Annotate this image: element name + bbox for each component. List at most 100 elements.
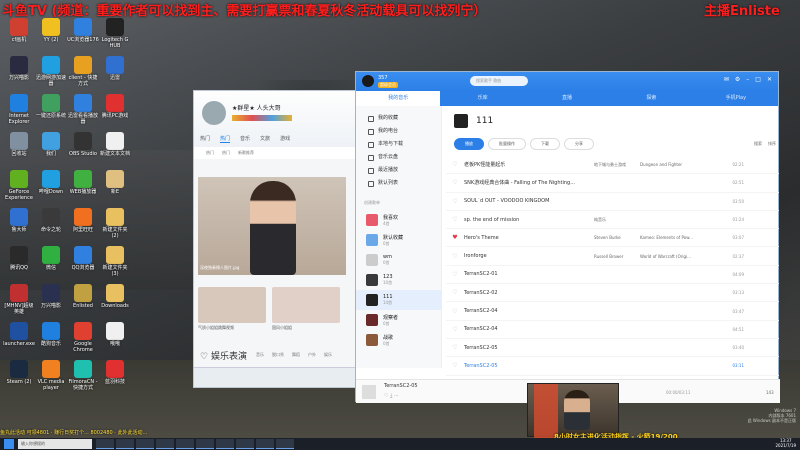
- heart-icon[interactable]: ♡: [446, 216, 464, 223]
- qq-tab[interactable]: 热门: [200, 135, 210, 143]
- song-row[interactable]: ♡ TerranSC2-05 03:11: [446, 357, 779, 376]
- heart-icon[interactable]: ♡: [446, 308, 464, 315]
- desktop-icon[interactable]: UC浏览器176: [67, 18, 99, 43]
- desktop-icon[interactable]: WEB播放器: [67, 170, 99, 195]
- desktop-icon[interactable]: 微信: [35, 246, 67, 271]
- desktop-icon[interactable]: 万兴喵影: [35, 284, 67, 309]
- download-button[interactable]: 下载: [530, 138, 560, 150]
- desktop-icon[interactable]: VLC media player: [35, 360, 67, 391]
- song-row[interactable]: ♡ TerranSC2-04 03:47: [446, 302, 779, 321]
- section-tab[interactable]: 户外: [308, 352, 316, 358]
- desktop-icon[interactable]: 新建文件夹 (3): [99, 246, 131, 277]
- qq-tab[interactable]: 游戏: [280, 135, 290, 143]
- desktop-icon[interactable]: 一键还原系统: [35, 94, 67, 119]
- desktop-icon[interactable]: 鲁大师: [3, 208, 35, 233]
- song-row[interactable]: ♡ sp. the end of mission 纯音乐 01:24: [446, 211, 779, 230]
- desktop-icon[interactable]: launcher.exe: [3, 322, 35, 347]
- close-icon[interactable]: ✕: [767, 76, 772, 83]
- qq-subtab[interactable]: 热门: [222, 150, 230, 156]
- play-all-button[interactable]: 播放: [454, 138, 484, 150]
- heart-icon[interactable]: ♡: [446, 326, 464, 333]
- desktop-icon[interactable]: 哦哦: [99, 322, 131, 347]
- sidebar-playlist[interactable]: 111 14首: [356, 290, 441, 310]
- sidebar-playlist[interactable]: 123 10首: [356, 270, 441, 290]
- tab-mobile[interactable]: 手机Play: [694, 91, 778, 106]
- heart-icon[interactable]: ♥: [446, 234, 464, 241]
- sidebar-item-recent[interactable]: 最近播放: [356, 164, 441, 177]
- heart-icon[interactable]: ♡: [446, 179, 464, 186]
- batch-button[interactable]: 批量操作: [488, 138, 526, 150]
- heart-icon[interactable]: ♡: [446, 362, 464, 369]
- heart-icon[interactable]: ♡: [446, 253, 464, 260]
- sidebar-playlist[interactable]: 观察者 0首: [356, 310, 441, 330]
- taskbar-app[interactable]: [256, 439, 274, 449]
- heart-icon[interactable]: ♡: [446, 289, 464, 296]
- desktop-icon[interactable]: cf画机: [3, 18, 35, 43]
- desktop-icon[interactable]: Logitech G HUB: [99, 18, 131, 49]
- thumbnail[interactable]: [198, 287, 266, 323]
- sidebar-playlist[interactable]: 默认收藏 0首: [356, 230, 441, 250]
- qq-subtab[interactable]: 新歌推荐: [238, 150, 254, 156]
- section-tab[interactable]: 脱口秀: [272, 352, 284, 358]
- taskbar-app[interactable]: [196, 439, 214, 449]
- skin-icon[interactable]: ✉: [724, 76, 729, 83]
- search-input[interactable]: 搜索歌手 歌曲: [470, 76, 528, 86]
- like-icon[interactable]: ♡ ⤓ ⋯: [384, 393, 399, 399]
- desktop-icon[interactable]: 万兴喵影: [3, 56, 35, 81]
- desktop-icon[interactable]: 阿里旺旺: [67, 208, 99, 233]
- desktop-icon[interactable]: 腾讯PC游戏: [99, 94, 131, 119]
- desktop-icon[interactable]: 我们: [35, 132, 67, 157]
- taskbar-app[interactable]: [136, 439, 154, 449]
- song-row[interactable]: ♡ TerranSC2-01 04:09: [446, 266, 779, 285]
- avatar[interactable]: [202, 101, 226, 125]
- desktop-icon[interactable]: Steam (2): [3, 360, 35, 385]
- maximize-icon[interactable]: □: [755, 76, 761, 83]
- start-button[interactable]: [4, 439, 14, 449]
- settings-icon[interactable]: ⚙: [735, 76, 740, 83]
- sidebar-playlist[interactable]: 战歌 0首: [356, 330, 441, 350]
- taskbar-app[interactable]: [216, 439, 234, 449]
- desktop-icon[interactable]: 腾讯QQ: [3, 246, 35, 271]
- heart-icon[interactable]: ♡: [446, 344, 464, 351]
- desktop-icon[interactable]: 回收站: [3, 132, 35, 157]
- heart-icon[interactable]: ♡: [446, 198, 464, 205]
- desktop-icon[interactable]: QQ浏览器: [67, 246, 99, 271]
- qq-tab[interactable]: 音乐: [240, 135, 250, 143]
- taskbar-app[interactable]: [96, 439, 114, 449]
- desktop-icon[interactable]: FilmoraCN - 快捷方式: [67, 360, 99, 391]
- tab-library[interactable]: 乐库: [440, 91, 524, 106]
- heart-icon[interactable]: ♡: [446, 161, 464, 168]
- desktop-icon[interactable]: OBS Studio: [67, 132, 99, 157]
- qq-tab[interactable]: 热门: [220, 135, 231, 143]
- desktop-icon[interactable]: 迅雷: [99, 56, 131, 81]
- desktop-icon[interactable]: [MHNV]超级英雄: [3, 284, 35, 315]
- desktop-icon[interactable]: GeForce Experience: [3, 170, 35, 201]
- desktop-icon[interactable]: 酷狗音乐: [35, 322, 67, 347]
- desktop-icon[interactable]: 迅游网游加速器: [35, 56, 67, 87]
- sidebar-item-radio[interactable]: 我的电台: [356, 125, 441, 138]
- taskbar-search[interactable]: 输入你想搜的: [18, 439, 92, 449]
- desktop-icon[interactable]: 蓝羽科技: [99, 360, 131, 385]
- desktop-icon[interactable]: Downloads: [99, 284, 131, 309]
- desktop-icon[interactable]: YY (2): [35, 18, 67, 43]
- taskbar-app[interactable]: [236, 439, 254, 449]
- feature-image[interactable]: 深夜独奏撩人图片.jpg: [198, 177, 346, 275]
- minimize-icon[interactable]: –: [746, 76, 749, 83]
- qq-window[interactable]: ★群星★ 人头大哥 热门 热门 音乐 文旅 游戏 热门 热门 新歌推荐 深夜独奏…: [193, 90, 356, 388]
- song-row[interactable]: ♥ Hero's Theme Steven Burke Kameo: Elements…: [446, 229, 779, 248]
- heart-icon[interactable]: ♡: [446, 271, 464, 278]
- song-row[interactable]: ♡ SOUL`d OUT - VOODOO KINGDOM 03:50: [446, 193, 779, 211]
- music-player-window[interactable]: 357 超级会员 搜索歌手 歌曲 ✉ ⚙ – □ ✕ 我的音乐 乐库 直播 探索…: [355, 71, 780, 403]
- taskbar-app[interactable]: [116, 439, 134, 449]
- sidebar-item-cloud[interactable]: 音乐云盘: [356, 151, 441, 164]
- section-tab[interactable]: 娱乐: [324, 352, 332, 358]
- search-list-button[interactable]: 搜索: [754, 138, 762, 150]
- desktop-icon[interactable]: 新建文本文档: [99, 132, 131, 157]
- taskbar-app[interactable]: [176, 439, 194, 449]
- desktop-icon[interactable]: 迅雷看看播放器: [67, 94, 99, 125]
- sidebar-playlist[interactable]: wm 0首: [356, 250, 441, 270]
- desktop-icon[interactable]: Google Chrome: [67, 322, 99, 353]
- avatar[interactable]: [362, 75, 374, 87]
- song-row[interactable]: ♡ TerranSC2-05 03:40: [446, 339, 779, 358]
- sidebar-item-default[interactable]: 默认列表: [356, 177, 441, 190]
